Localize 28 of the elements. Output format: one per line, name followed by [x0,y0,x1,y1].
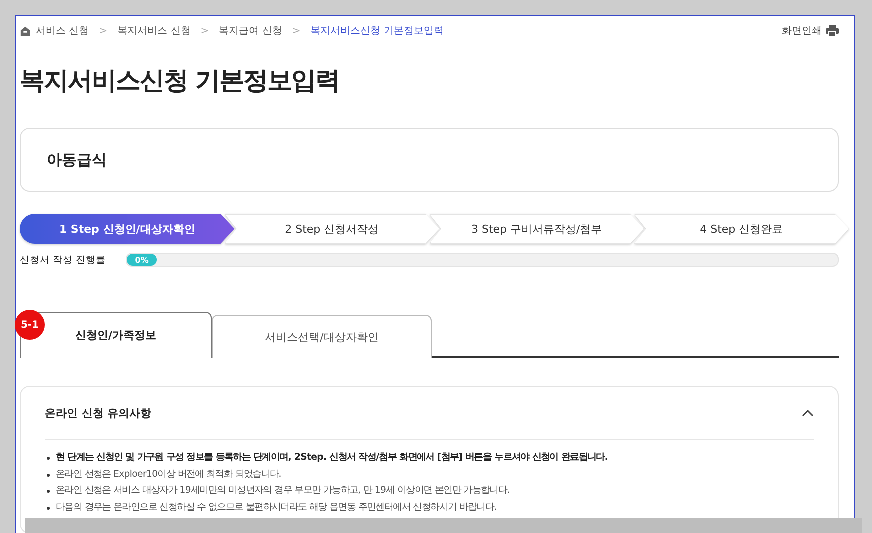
progress-label: 신청서 작성 진행률 [20,254,106,266]
notice-text: 현 단계는 신청인 및 가구원 구성 정보를 등록하는 단계이며, 2Step. 신청서 작성/첨부 화면에서 [첨부] 버튼을 누르셔야 신청이 완료됩니다. [56,451,608,465]
service-name: 아동급식 [47,150,107,170]
breadcrumb-link[interactable]: 복지서비스신청 기본정보입력 [310,24,444,38]
notice-title: 온라인 신청 유의사항 [45,406,152,420]
chevron-up-icon[interactable] [802,409,814,417]
breadcrumb-separator: > [99,26,108,36]
bullet-icon [47,490,50,493]
bullet-icon [47,457,50,460]
breadcrumb-separator: > [292,26,301,36]
breadcrumb-link[interactable]: 복지서비스 신청 [118,24,191,38]
tab[interactable]: 서비스선택/대상자확인 [212,315,432,358]
notice-text: 온라인 신청은 서비스 대상자가 19세미만의 미성년자의 경우 부모만 가능하고, 만 19세 이상이면 본인만 가능합니다. [56,484,510,498]
bullet-icon [47,506,50,510]
progress-fill: 0% [127,254,158,266]
home-icon [20,26,31,36]
printer-icon [826,25,839,37]
annotation-badge: 5-1 [15,310,45,340]
breadcrumb-link[interactable]: 복지급여 신청 [219,24,282,38]
notice-text: 다음의 경우는 온라인으로 신청하실 수 없으므로 불편하시더라도 해당 읍면동 주민센터에서 신청하시기 바랍니다. [56,500,497,514]
breadcrumb-link[interactable]: 서비스 신청 [36,24,90,38]
print-button[interactable]: 화면인쇄 [782,24,839,38]
step-item: 1 Step 신청인/대상자확인 [20,214,235,244]
step-item: 4 Step 신청완료 [634,214,849,244]
page-title: 복지서비스신청 기본정보입력 [20,65,341,97]
notice-text: 온라인 선청은 Exploer10이상 버전에 최적화 되었습니다. [56,468,282,482]
bullet-icon [47,474,50,476]
breadcrumb-separator: > [200,26,210,36]
